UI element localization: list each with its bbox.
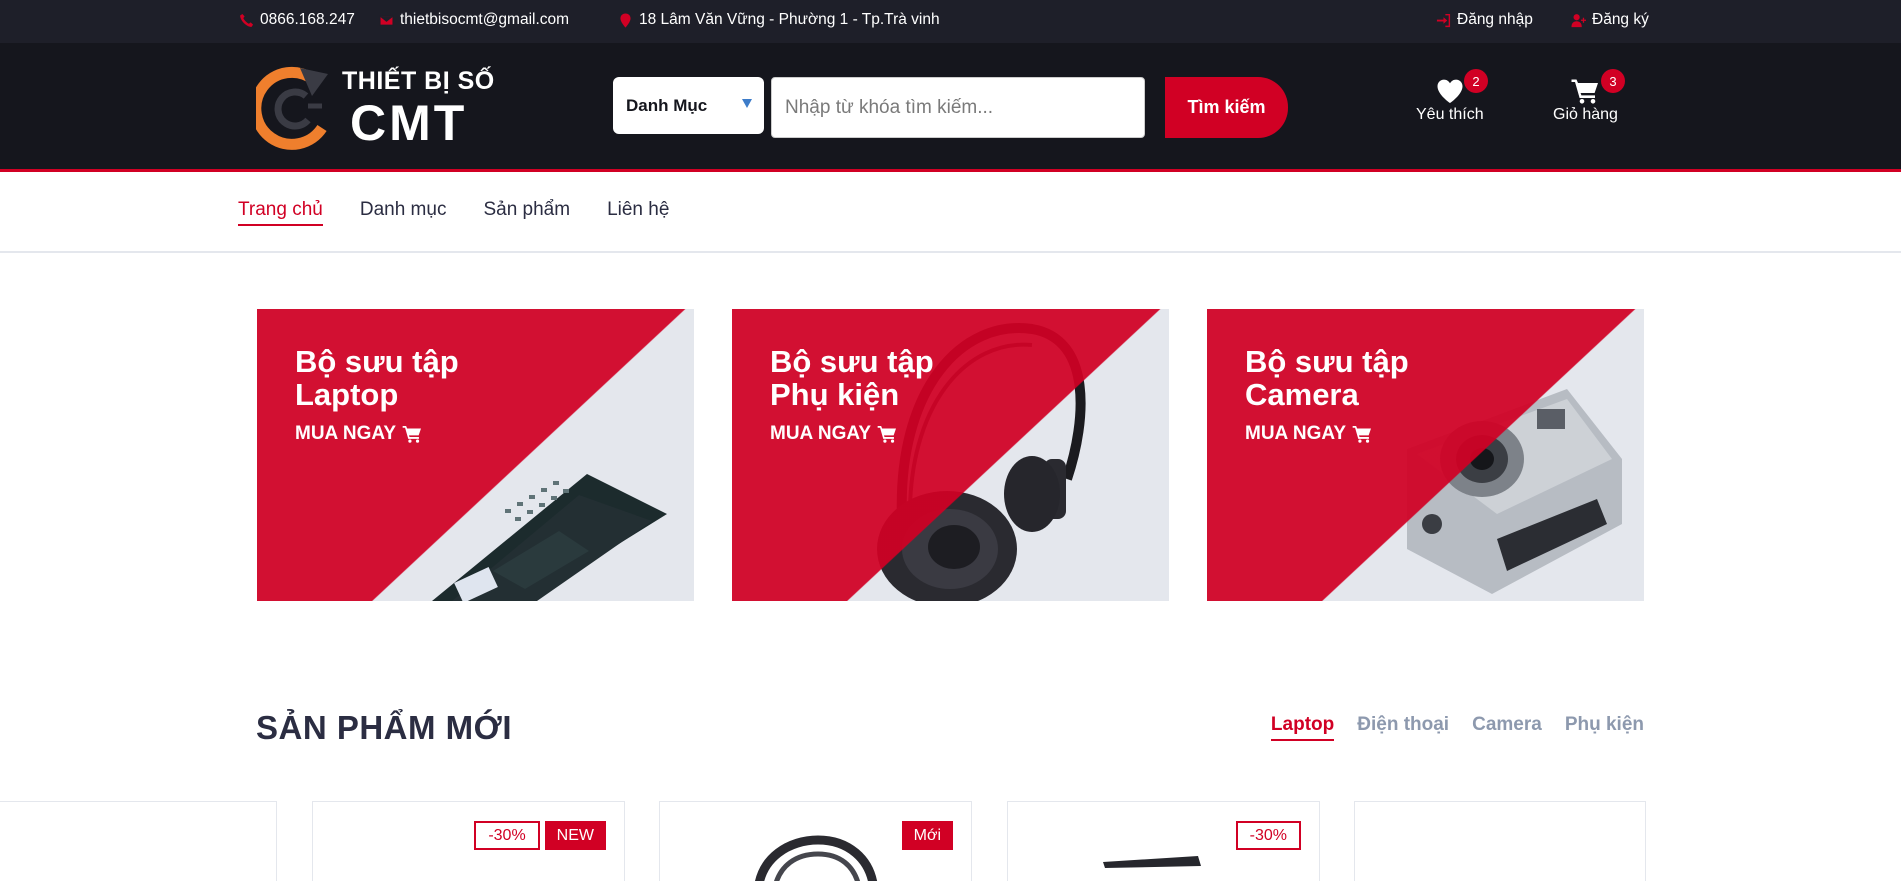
collection-laptop[interactable]: Bộ sưu tập Laptop MUA NGAY xyxy=(257,309,694,601)
search-button[interactable]: Tìm kiếm xyxy=(1165,77,1288,138)
product-image xyxy=(755,835,878,881)
shop-now-label: MUA NGAY xyxy=(1245,423,1346,444)
login-link[interactable]: Đăng nhập xyxy=(1436,11,1533,29)
wishlist-label: Yêu thích xyxy=(1416,106,1484,123)
envelope-icon xyxy=(379,14,394,26)
shop-now-label: MUA NGAY xyxy=(295,423,396,444)
map-marker-icon xyxy=(620,12,631,28)
main-navigation: Trang chủ Danh mục Sản phẩm Liên hệ xyxy=(0,175,1901,253)
cart-label: Giỏ hàng xyxy=(1553,106,1618,123)
collection-title-line1: Bộ sưu tập xyxy=(770,344,934,379)
collection-title-line1: Bộ sưu tập xyxy=(1245,344,1409,379)
product-card[interactable] xyxy=(0,801,277,881)
user-plus-icon xyxy=(1571,13,1586,27)
section-title: SẢN PHẨM MỚI xyxy=(256,709,512,746)
shopping-cart-icon xyxy=(877,426,896,443)
cart-count-badge: 3 xyxy=(1601,69,1625,93)
shopping-cart-icon xyxy=(1352,426,1371,443)
tab-phone[interactable]: Điện thoại xyxy=(1357,714,1449,741)
phone-number: 0866.168.247 xyxy=(260,11,355,28)
tab-laptop[interactable]: Laptop xyxy=(1270,714,1335,741)
nav-products[interactable]: Sản phẩm xyxy=(483,199,570,226)
product-card[interactable]: Mới xyxy=(659,801,972,881)
logo[interactable]: THIẾT BỊ SỐ CMT xyxy=(256,61,494,151)
logo-mark xyxy=(256,66,328,150)
register-link[interactable]: Đăng ký xyxy=(1571,11,1649,29)
collection-title-line2: Phụ kiện xyxy=(770,377,900,412)
register-label: Đăng ký xyxy=(1592,11,1649,28)
tab-accessories[interactable]: Phụ kiện xyxy=(1565,714,1644,741)
shop-now-link[interactable]: MUA NGAY xyxy=(1245,423,1409,445)
caret-down-icon xyxy=(742,99,752,108)
logo-text-bottom: CMT xyxy=(350,95,468,151)
product-tabs: Laptop Điện thoại Camera Phụ kiện xyxy=(1270,714,1644,741)
nav-categories[interactable]: Danh mục xyxy=(360,199,447,226)
shopping-cart-icon xyxy=(402,426,421,443)
collection-title-line2: Laptop xyxy=(295,377,399,412)
product-card[interactable] xyxy=(1354,801,1646,881)
product-image xyxy=(1103,856,1201,868)
product-card[interactable]: -30% xyxy=(1007,801,1320,881)
tab-camera[interactable]: Camera xyxy=(1472,714,1542,741)
search-input[interactable] xyxy=(771,77,1145,138)
address-text: 18 Lâm Văn Vững - Phường 1 - Tp.Trà vinh xyxy=(639,11,940,28)
product-card[interactable]: -30% NEW xyxy=(312,801,625,881)
login-label: Đăng nhập xyxy=(1457,11,1533,28)
new-badge: Mới xyxy=(901,821,953,850)
collection-accessories[interactable]: Bộ sưu tập Phụ kiện MUA NGAY xyxy=(732,309,1169,601)
main-header: THIẾT BỊ SỐ CMT Danh Mục Tìm kiếm 2 Yêu … xyxy=(0,43,1901,172)
wishlist-count-badge: 2 xyxy=(1464,69,1488,93)
category-select-value: Danh Mục xyxy=(626,95,708,115)
email-address: thietbisocmt@gmail.com xyxy=(400,11,570,28)
nav-home[interactable]: Trang chủ xyxy=(238,199,323,226)
cart-link[interactable]: 3 Giỏ hàng xyxy=(1553,69,1625,124)
collection-camera[interactable]: Bộ sưu tập Camera MUA NGAY xyxy=(1207,309,1644,601)
phone-icon xyxy=(240,13,254,27)
top-bar: 0866.168.247 thietbisocmt@gmail.com 18 L… xyxy=(0,0,1901,43)
collection-title-line1: Bộ sưu tập xyxy=(295,344,459,379)
shop-now-label: MUA NGAY xyxy=(770,423,871,444)
phone-contact[interactable]: 0866.168.247 xyxy=(239,11,355,29)
address-contact[interactable]: 18 Lâm Văn Vững - Phường 1 - Tp.Trà vinh xyxy=(618,11,940,29)
discount-badge: -30% xyxy=(474,821,540,850)
heart-icon xyxy=(1437,79,1463,103)
discount-badge: -30% xyxy=(1235,821,1301,850)
logo-text-top: THIẾT BỊ SỐ xyxy=(342,67,495,95)
sign-in-icon xyxy=(1436,13,1451,27)
shop-now-link[interactable]: MUA NGAY xyxy=(770,423,934,445)
category-select[interactable]: Danh Mục xyxy=(613,77,764,134)
email-contact[interactable]: thietbisocmt@gmail.com xyxy=(379,11,569,29)
nav-contact[interactable]: Liên hệ xyxy=(607,199,669,226)
shop-now-link[interactable]: MUA NGAY xyxy=(295,423,459,445)
shopping-cart-icon xyxy=(1571,79,1599,104)
wishlist-link[interactable]: 2 Yêu thích xyxy=(1416,69,1488,124)
new-badge: NEW xyxy=(544,821,606,850)
collection-title-line2: Camera xyxy=(1245,377,1359,412)
